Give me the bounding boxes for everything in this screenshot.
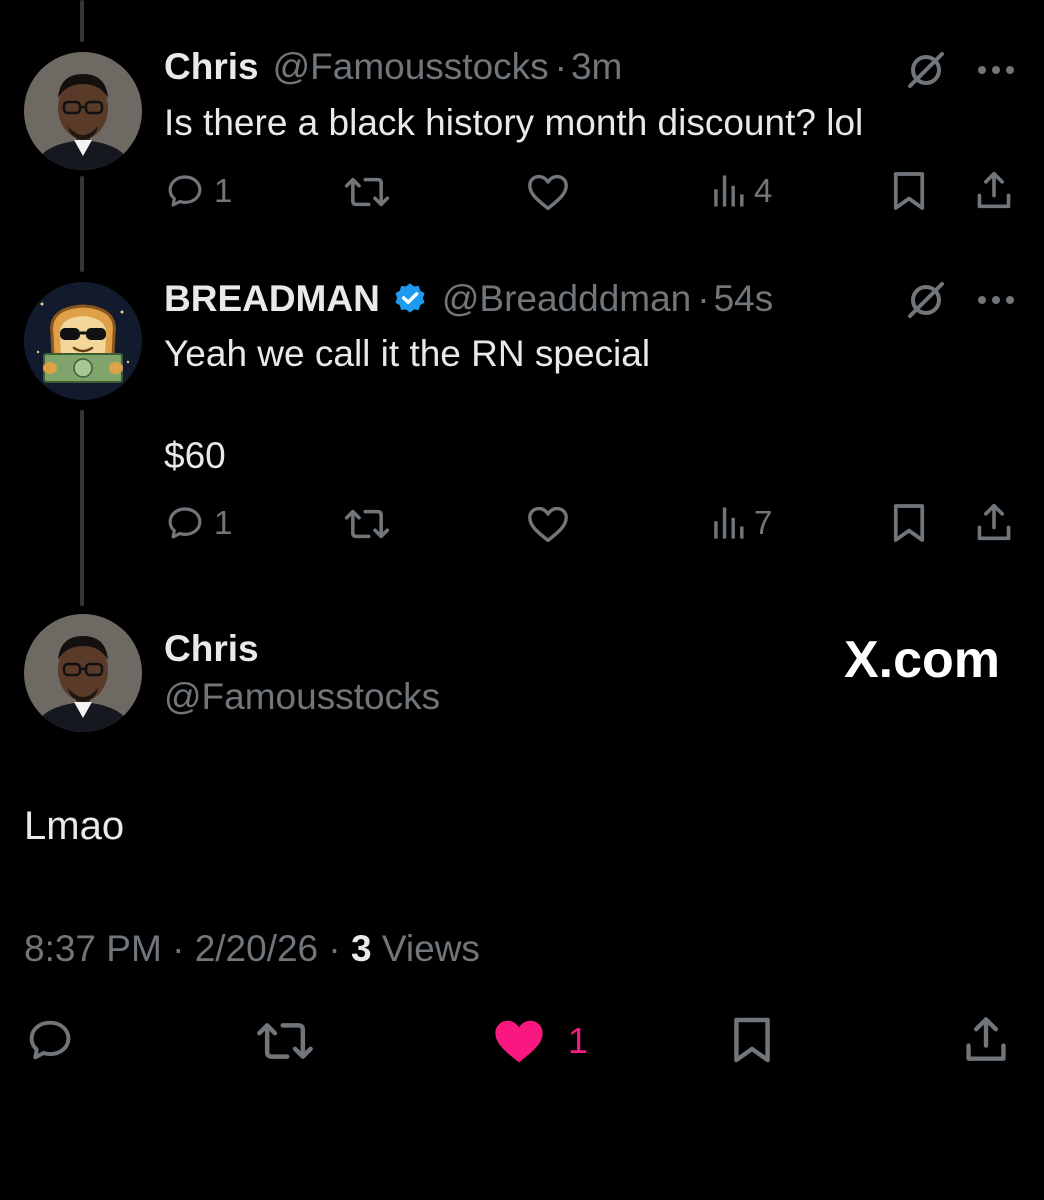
more-icon[interactable] xyxy=(976,64,1016,76)
reply-icon xyxy=(168,507,202,539)
xcom-watermark: X.com xyxy=(843,631,1000,689)
verified-badge-icon xyxy=(395,283,425,313)
main-like-count: 1 xyxy=(568,1020,589,1061)
reply1-reply-count: 1 xyxy=(214,172,233,209)
reply2-views-count: 7 xyxy=(754,504,773,541)
reply2-text: Yeah we call it the RN special $60 xyxy=(164,333,651,476)
reply2-views-button[interactable]: 7 xyxy=(710,504,772,542)
reply2-name[interactable]: BREADMAN xyxy=(164,278,380,320)
reply1-name[interactable]: Chris xyxy=(164,46,259,88)
reply1-views-count: 4 xyxy=(754,172,773,209)
reply1-handle[interactable]: @Famousstocks xyxy=(273,46,549,88)
reply2-reply-button[interactable]: 1 xyxy=(164,502,232,544)
reply1-views-button[interactable]: 4 xyxy=(710,172,772,210)
main-repost-button[interactable] xyxy=(256,1016,314,1066)
views-icon xyxy=(714,507,744,539)
reply1-share-button[interactable] xyxy=(974,168,1014,212)
main-share-button[interactable] xyxy=(962,1012,1010,1066)
thread-line-1 xyxy=(80,176,84,272)
reply1-repost-button[interactable] xyxy=(344,172,390,212)
reply2-top-icons xyxy=(904,280,1016,320)
reply1-header: Chris @Famousstocks · 3m xyxy=(164,46,622,88)
main-tweet-text: Lmao xyxy=(24,804,125,848)
heart-filled-icon xyxy=(495,1020,543,1063)
main-views-count: 3 xyxy=(351,928,372,969)
heart-icon xyxy=(528,506,568,543)
reply1-reply-button[interactable]: 1 xyxy=(164,170,232,212)
reply2-handle[interactable]: @Breadddman xyxy=(442,278,691,320)
main-author-name[interactable]: Chris xyxy=(164,628,259,670)
heart-icon xyxy=(528,174,568,211)
repost-icon xyxy=(344,177,390,207)
bookmark-icon xyxy=(893,172,925,210)
main-author-handle[interactable]: @Famousstocks xyxy=(164,676,440,718)
reply1-dot: · xyxy=(554,46,567,87)
main-time[interactable]: 8:37 PM xyxy=(24,928,162,969)
reply2-reply-count: 1 xyxy=(214,504,233,541)
views-icon xyxy=(714,175,744,207)
share-icon xyxy=(966,1017,1006,1061)
main-like-button[interactable]: 1 xyxy=(492,1016,588,1066)
main-dot-1: · xyxy=(172,928,185,969)
reply2-repost-button[interactable] xyxy=(344,504,390,544)
avatar-breadman[interactable] xyxy=(24,282,142,400)
main-dot-2: · xyxy=(328,928,341,969)
avatar-chris[interactable] xyxy=(24,52,142,170)
main-timestamp: 8:37 PM · 2/20/26 · 3 Views xyxy=(24,928,480,970)
main-views-label[interactable]: Views xyxy=(382,928,480,969)
main-date[interactable]: 2/20/26 xyxy=(195,928,318,969)
reply2-like-button[interactable] xyxy=(526,504,570,544)
avatar-chris-main[interactable] xyxy=(24,614,142,732)
reply2-bookmark-button[interactable] xyxy=(892,502,926,544)
repost-icon xyxy=(344,509,390,539)
thread-line-2 xyxy=(80,410,84,606)
reply1-time[interactable]: 3m xyxy=(571,46,622,88)
more-icon[interactable] xyxy=(976,294,1016,306)
grok-icon[interactable] xyxy=(904,280,948,320)
share-icon xyxy=(977,503,1011,541)
bookmark-icon xyxy=(734,1017,770,1063)
reply1-bookmark-button[interactable] xyxy=(892,170,926,212)
reply1-text: Is there a black history month discount?… xyxy=(164,102,864,143)
reply1-top-icons xyxy=(904,50,1016,90)
main-reply-button[interactable] xyxy=(24,1014,76,1066)
reply1-like-button[interactable] xyxy=(526,172,570,212)
reply2-share-button[interactable] xyxy=(974,500,1014,544)
reply2-dot: · xyxy=(697,278,710,319)
main-bookmark-button[interactable] xyxy=(732,1014,772,1066)
reply-icon xyxy=(168,175,202,207)
repost-icon xyxy=(257,1023,313,1059)
share-icon xyxy=(977,171,1011,209)
reply-icon xyxy=(29,1020,71,1060)
reply2-header: BREADMAN @Breadddman · 54s xyxy=(164,278,773,320)
bookmark-icon xyxy=(893,504,925,542)
grok-icon[interactable] xyxy=(904,50,948,90)
thread-line-top xyxy=(80,0,84,42)
reply2-time[interactable]: 54s xyxy=(714,278,774,320)
